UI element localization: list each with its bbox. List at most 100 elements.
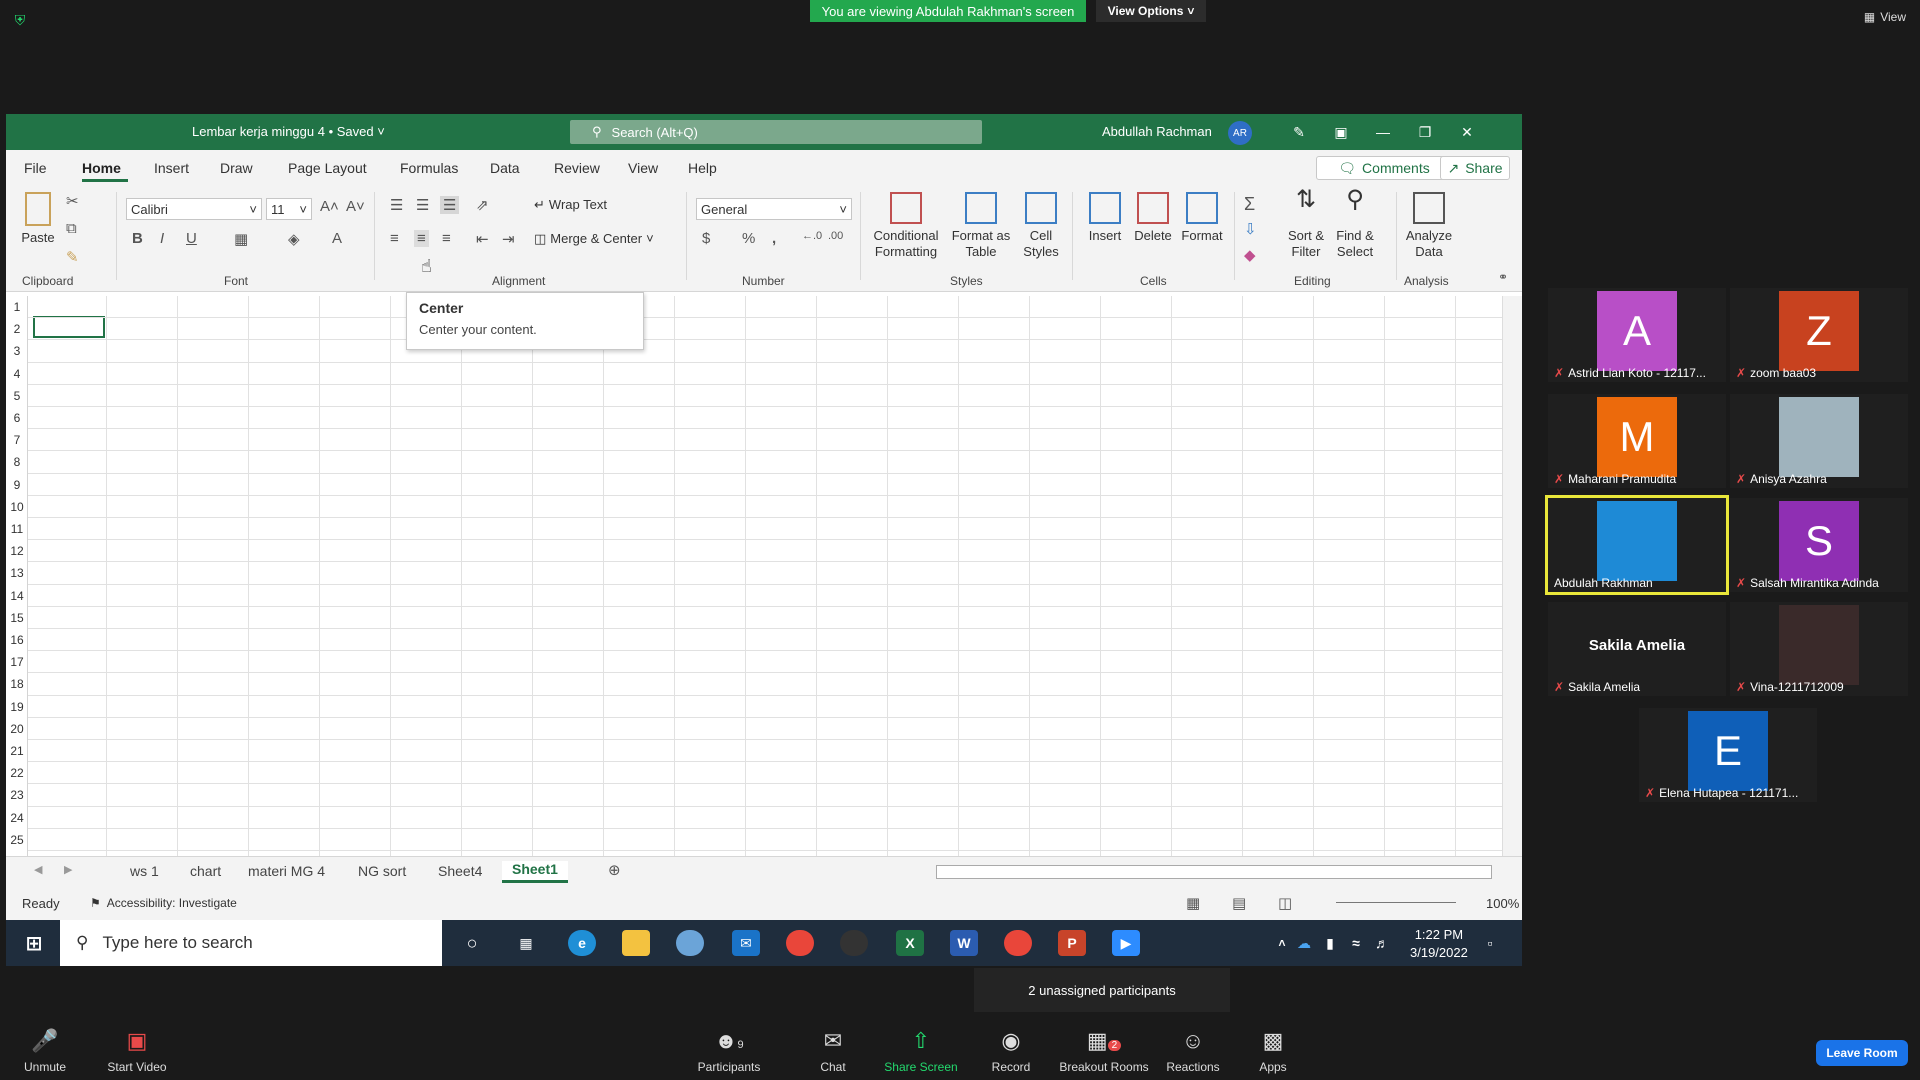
- sheet-tab-active[interactable]: Sheet1: [502, 861, 568, 883]
- participant-tile[interactable]: S ✗ Salsah Mirantika Adinda: [1730, 498, 1908, 592]
- document-title[interactable]: Lembar kerja minggu 4 • Saved ˅: [192, 124, 385, 139]
- participant-tile[interactable]: A ✗ Astrid Lian Koto - 12117...: [1548, 288, 1726, 382]
- zoom-slider[interactable]: [1336, 902, 1456, 903]
- increase-indent-icon[interactable]: ⇥: [502, 230, 515, 248]
- copy-icon[interactable]: ⧉: [66, 220, 77, 237]
- menu-insert[interactable]: Insert: [154, 160, 189, 176]
- increase-decimal-icon[interactable]: ←.0: [802, 230, 822, 242]
- fill-color-icon[interactable]: ◈: [288, 230, 300, 248]
- participant-tile[interactable]: Sakila Amelia ✗ Sakila Amelia: [1548, 602, 1726, 696]
- cut-icon[interactable]: ✂: [66, 192, 79, 210]
- reactions-button[interactable]: ☺ Reactions: [1148, 1028, 1238, 1074]
- participants-button[interactable]: ☻9 Participants: [684, 1028, 774, 1074]
- unmute-button[interactable]: 🎤 Unmute: [0, 1028, 90, 1074]
- taskbar-search[interactable]: ⚲ Type here to search: [60, 920, 442, 966]
- participant-tile[interactable]: M ✗ Maharani Pramudita: [1548, 394, 1726, 488]
- record-button[interactable]: ◉ Record: [966, 1028, 1056, 1074]
- active-cell[interactable]: [33, 316, 105, 338]
- sheet-tab[interactable]: materi MG 4: [248, 863, 325, 879]
- menu-draw[interactable]: Draw: [220, 160, 253, 176]
- row-number[interactable]: 14: [6, 589, 28, 603]
- borders-icon[interactable]: ▦: [234, 230, 248, 248]
- underline-icon[interactable]: U: [186, 230, 197, 247]
- mail-icon[interactable]: ✉: [732, 930, 760, 956]
- leave-room-button[interactable]: Leave Room: [1816, 1040, 1908, 1066]
- row-number[interactable]: 6: [6, 411, 28, 425]
- file-explorer-icon[interactable]: [622, 930, 650, 956]
- wifi-icon[interactable]: ≈: [1342, 930, 1370, 956]
- word-icon[interactable]: W: [950, 930, 978, 956]
- row-number[interactable]: 2: [6, 322, 28, 336]
- scroll-right-icon[interactable]: ▶: [64, 863, 72, 876]
- align-center-icon[interactable]: ≡: [414, 230, 429, 247]
- zoom-level[interactable]: 100%: [1486, 896, 1519, 911]
- ribbon-display-icon[interactable]: ▣: [1330, 121, 1352, 143]
- chat-button[interactable]: ✉ Chat: [788, 1028, 878, 1074]
- vertical-scrollbar[interactable]: [1502, 296, 1522, 856]
- format-as-table-button[interactable]: Format as Table: [948, 192, 1014, 260]
- row-number[interactable]: 16: [6, 633, 28, 647]
- sheet-tab[interactable]: chart: [190, 863, 221, 879]
- sheet-tab[interactable]: NG sort: [358, 863, 406, 879]
- menu-view[interactable]: View: [628, 160, 658, 176]
- font-name-select[interactable]: Calibri ˅: [126, 198, 262, 220]
- row-number[interactable]: 9: [6, 478, 28, 492]
- wrap-text-button[interactable]: ↵ Wrap Text: [534, 197, 607, 213]
- powerpoint-icon[interactable]: P: [1058, 930, 1086, 956]
- chrome-profile-icon[interactable]: [1004, 930, 1032, 956]
- font-color-icon[interactable]: A: [332, 230, 342, 247]
- pin-ribbon-icon[interactable]: ⚭: [1498, 270, 1508, 284]
- row-number[interactable]: 19: [6, 700, 28, 714]
- app-icon[interactable]: [676, 930, 704, 956]
- row-number[interactable]: 18: [6, 677, 28, 691]
- menu-page-layout[interactable]: Page Layout: [288, 160, 367, 176]
- delete-cells-button[interactable]: Delete: [1130, 192, 1176, 244]
- row-number[interactable]: 25: [6, 833, 28, 847]
- percent-icon[interactable]: %: [742, 230, 755, 247]
- orientation-icon[interactable]: ⇗: [476, 196, 489, 214]
- row-number[interactable]: 3: [6, 344, 28, 358]
- breakout-rooms-button[interactable]: ▦ 2 Breakout Rooms: [1056, 1028, 1152, 1074]
- view-options-button[interactable]: View Options ˅: [1096, 0, 1206, 22]
- fill-icon[interactable]: ⇩: [1244, 220, 1257, 238]
- sort-filter-button[interactable]: ⇅ Sort & Filter: [1282, 188, 1330, 260]
- excel-icon[interactable]: X: [896, 930, 924, 956]
- menu-formulas[interactable]: Formulas: [400, 160, 458, 176]
- obs-icon[interactable]: [840, 930, 868, 956]
- restore-icon[interactable]: ❐: [1414, 121, 1436, 143]
- autosum-icon[interactable]: Σ: [1244, 194, 1255, 215]
- page-break-icon[interactable]: ◫: [1278, 894, 1292, 912]
- task-view-icon[interactable]: ▦: [512, 930, 540, 956]
- paste-button[interactable]: Paste: [18, 192, 58, 246]
- pen-icon[interactable]: ✎: [1288, 121, 1310, 143]
- insert-cells-button[interactable]: Insert: [1082, 192, 1128, 244]
- worksheet-grid[interactable]: 1 2 3 4 5 6 7 8 9 10 11 12 13 14 15 16 17 18 19 20 21 22 23 24 2…: [6, 296, 1502, 856]
- row-number[interactable]: 24: [6, 811, 28, 825]
- row-number[interactable]: 10: [6, 500, 28, 514]
- row-number[interactable]: 20: [6, 722, 28, 736]
- sheet-tab[interactable]: ws 1: [130, 863, 159, 879]
- row-number[interactable]: 17: [6, 655, 28, 669]
- merge-center-button[interactable]: ◫ Merge & Center ˅: [534, 231, 654, 247]
- bottom-align-icon[interactable]: ☰: [440, 196, 460, 214]
- windows-start-icon[interactable]: ⊞: [20, 930, 48, 956]
- add-sheet-icon[interactable]: ⊕: [608, 861, 621, 879]
- row-number[interactable]: 11: [6, 522, 28, 536]
- comma-icon[interactable]: ,: [772, 230, 776, 247]
- participant-tile[interactable]: ✗ Anisya Azahra: [1730, 394, 1908, 488]
- row-number[interactable]: 1: [6, 300, 28, 314]
- clear-icon[interactable]: ◆: [1244, 246, 1256, 264]
- normal-view-icon[interactable]: ▦: [1186, 894, 1200, 912]
- row-number[interactable]: 4: [6, 367, 28, 381]
- user-avatar[interactable]: AR: [1228, 121, 1252, 145]
- participant-tile[interactable]: E ✗ Elena Hutapea - 121171...: [1639, 708, 1817, 802]
- currency-icon[interactable]: $: [702, 230, 710, 247]
- scroll-left-icon[interactable]: ◀: [34, 863, 42, 876]
- view-button[interactable]: ▦ View: [1864, 10, 1906, 24]
- participant-tile[interactable]: Z ✗ zoom baa03: [1730, 288, 1908, 382]
- format-cells-button[interactable]: Format: [1178, 192, 1226, 244]
- row-number[interactable]: 22: [6, 766, 28, 780]
- number-format-select[interactable]: General ˅: [696, 198, 852, 220]
- notifications-icon[interactable]: ▫: [1476, 930, 1504, 956]
- comments-button[interactable]: 🗨 Comments: [1316, 156, 1452, 180]
